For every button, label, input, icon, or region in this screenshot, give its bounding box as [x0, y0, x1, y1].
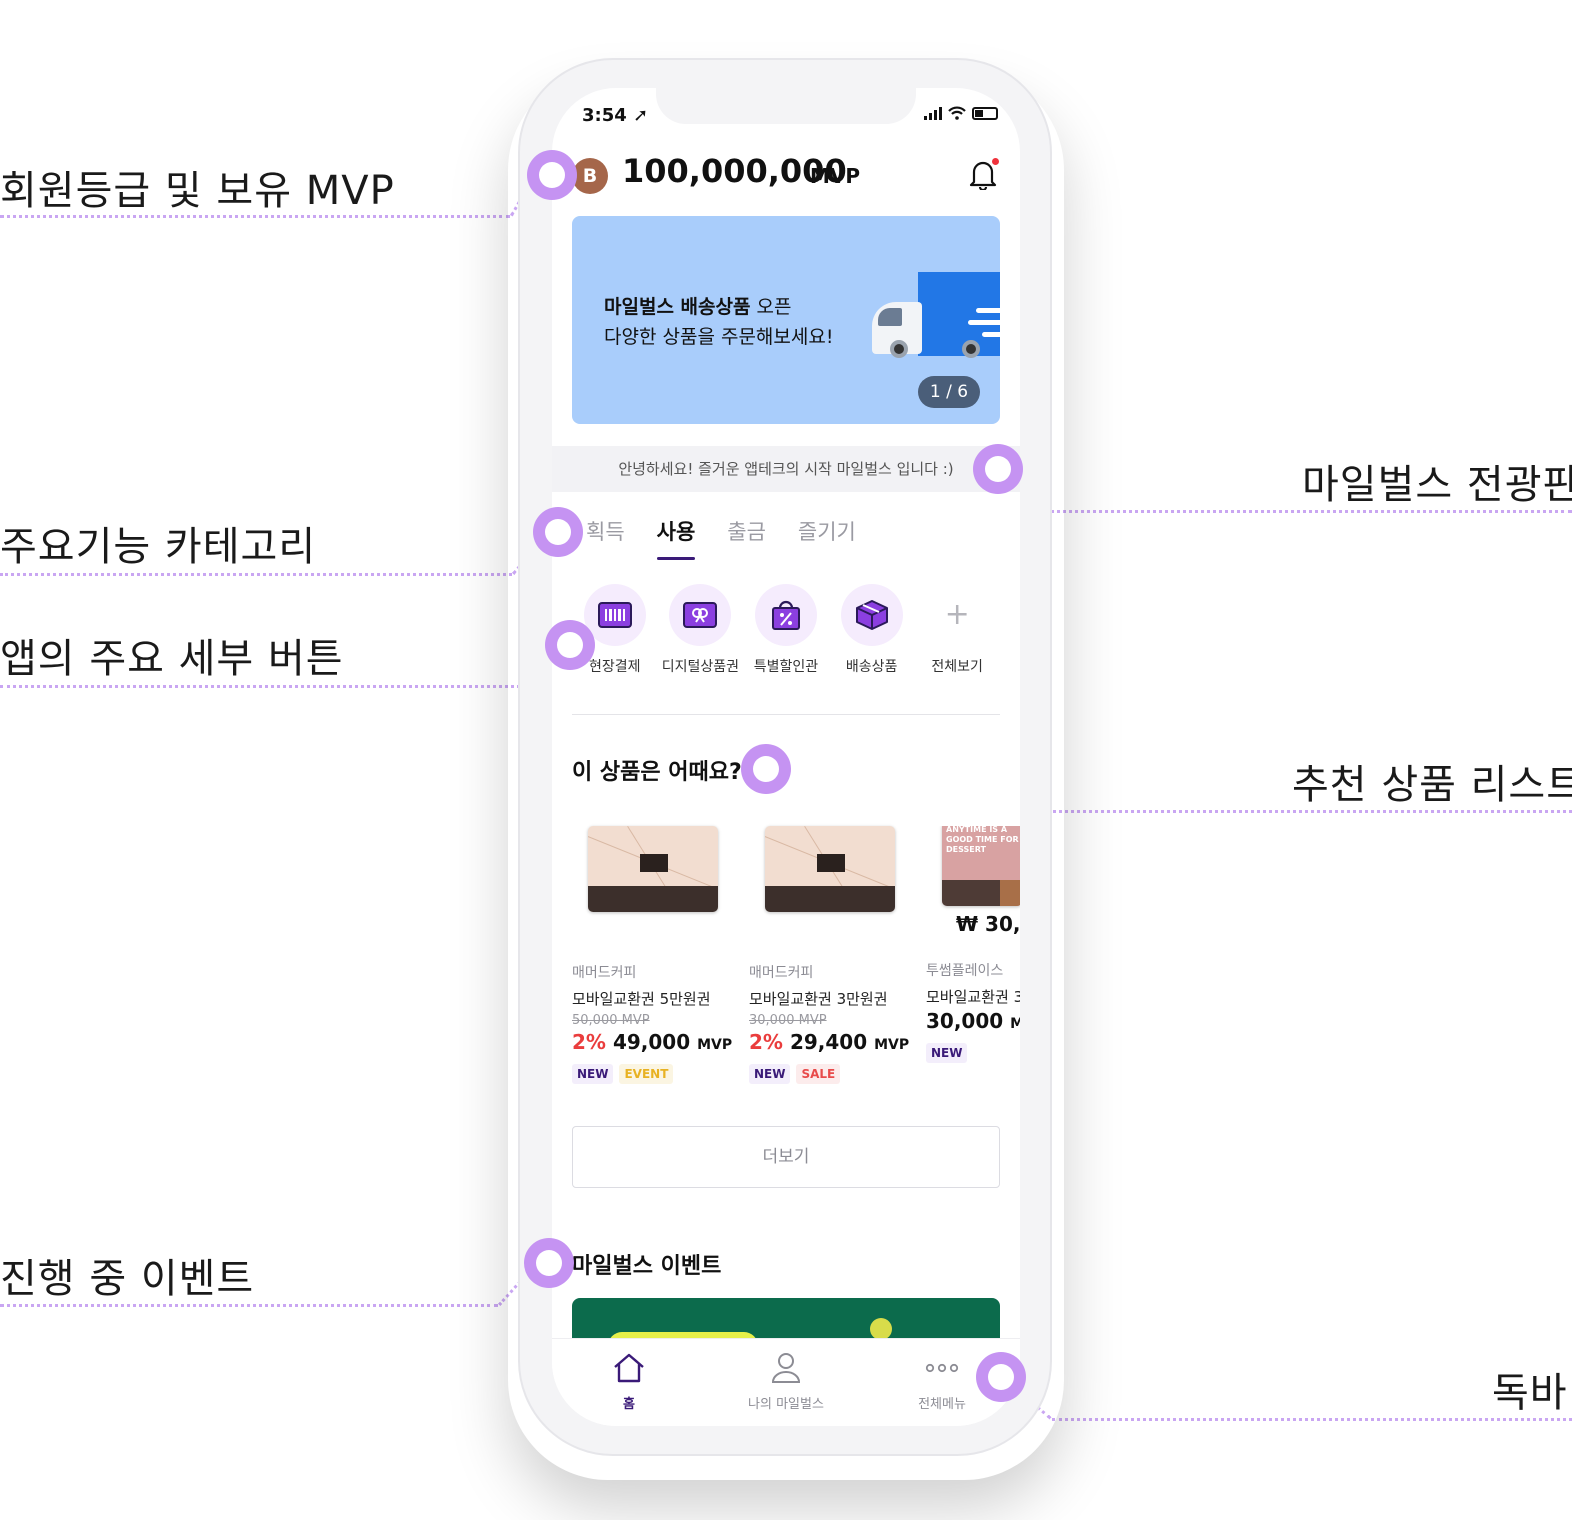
annotation-line: [0, 215, 510, 218]
product-price: 2% 49,000 MVP: [572, 1030, 733, 1054]
annotation-line: [0, 1304, 498, 1307]
status-icons: [924, 106, 998, 120]
mvp-unit: MVP: [810, 164, 861, 188]
annotation-categories: 주요기능 카테고리: [0, 524, 317, 570]
discount-bag-icon: [771, 600, 800, 630]
badge-sale: SALE: [796, 1064, 841, 1084]
product-image: ANYTIME IS A GOOD TIME FOR DESSERT: [942, 826, 1020, 906]
product-price: 30,000 MV: [926, 1009, 1020, 1033]
location-arrow-icon: ➚: [633, 105, 649, 126]
quick-menu: 현장결제 디지털상품권 특별할인관 배송상품 + 전체보기: [572, 584, 1000, 676]
tabbar-my-mileverse[interactable]: 나의 마일벌스: [726, 1351, 846, 1412]
bottom-tab-bar: 홈 나의 마일벌스 전체메뉴: [552, 1338, 1020, 1426]
notice-board[interactable]: 안녕하세요! 즐거운 앱테크의 시작 마일벌스 입니다 :): [552, 446, 1020, 492]
plus-icon: +: [944, 597, 970, 632]
banner-line-1: 마일벌스 배송상품 오픈: [604, 296, 792, 318]
quick-delivery-products[interactable]: 배송상품: [829, 584, 915, 676]
phone-notch: [656, 88, 916, 124]
product-brand: 투썸플레이스: [926, 963, 1004, 979]
signal-icon: [924, 106, 942, 120]
product-card[interactable]: 매머드커피 모바일교환권 3만원권 30,000 MVP 2% 29,400 M…: [749, 826, 909, 1084]
annotation-marker: [524, 1238, 574, 1288]
quick-special-discount[interactable]: 특별할인관: [743, 584, 829, 676]
recommend-title: 이 상품은 어때요?: [572, 760, 742, 785]
quick-view-all[interactable]: + 전체보기: [914, 584, 1000, 676]
product-original-price: 30,000 MVP: [749, 1013, 827, 1028]
badge-event: EVENT: [619, 1064, 674, 1084]
package-box-icon: [855, 600, 888, 630]
annotation-detail-buttons: 앱의 주요 세부 버튼: [0, 636, 344, 682]
product-original-price: 50,000 MVP: [572, 1013, 650, 1028]
tab-use[interactable]: 사용: [656, 516, 695, 560]
product-card[interactable]: ANYTIME IS A GOOD TIME FOR DESSERT ₩ 30,…: [926, 826, 1020, 1063]
wifi-icon: [948, 106, 966, 120]
annotation-line: [1052, 1418, 1572, 1421]
product-image: [765, 826, 895, 912]
battery-icon: [972, 106, 998, 120]
tabbar-home[interactable]: 홈: [569, 1351, 689, 1412]
badge-new: NEW: [926, 1043, 968, 1063]
annotation-marker: [527, 150, 577, 200]
category-tabs: 획득 사용 출금 즐기기: [586, 516, 856, 560]
status-time: 3:54 ➚: [582, 105, 649, 126]
annotation-marker: [545, 620, 595, 670]
annotation-marker: [976, 1352, 1026, 1402]
annotation-line: [0, 573, 512, 576]
tab-withdraw[interactable]: 출금: [727, 516, 766, 560]
annotation-events: 진행 중 이벤트: [0, 1256, 255, 1302]
gift-card-icon: [683, 602, 718, 628]
barcode-card-icon: [597, 602, 632, 628]
member-grade-badge[interactable]: B: [572, 158, 608, 194]
badge-new: NEW: [749, 1064, 791, 1084]
banner-line-2: 다양한 상품을 주문해보세요!: [604, 326, 834, 348]
product-brand: 매머드커피: [572, 965, 637, 981]
annotation-marker: [533, 507, 583, 557]
product-card[interactable]: 매머드커피 모바일교환권 5만원권 50,000 MVP 2% 49,000 M…: [572, 826, 732, 1084]
product-name: 모바일교환권 5만원권: [572, 990, 711, 1008]
user-icon: [771, 1353, 801, 1383]
annotation-board: 마일벌스 전광판: [1302, 462, 1572, 508]
home-icon: [614, 1353, 644, 1383]
annotation-recommend: 추천 상품 리스트: [1292, 762, 1572, 808]
promo-banner[interactable]: 마일벌스 배송상품 오픈 다양한 상품을 주문해보세요! 1 / 6: [572, 216, 1000, 424]
annotation-marker: [741, 744, 791, 794]
quick-digital-voucher[interactable]: 디지털상품권: [658, 584, 744, 676]
product-brand: 매머드커피: [749, 965, 814, 981]
recommend-product-list: 매머드커피 모바일교환권 5만원권 50,000 MVP 2% 49,000 M…: [572, 826, 1020, 1106]
banner-page-counter: 1 / 6: [918, 376, 980, 408]
notification-dot: [992, 158, 999, 165]
product-price: 2% 29,400 MVP: [749, 1030, 910, 1054]
product-name: 모바일교환권 3만원권: [749, 990, 888, 1008]
product-image: [588, 826, 718, 912]
tab-play[interactable]: 즐기기: [798, 516, 856, 560]
events-title: 마일벌스 이벤트: [572, 1254, 722, 1279]
tab-earn[interactable]: 획득: [586, 516, 625, 560]
annotation-marker: [973, 444, 1023, 494]
annotation-line: [0, 685, 520, 688]
section-divider: [572, 714, 1000, 715]
annotation-tabbar: 독바: [1492, 1370, 1568, 1416]
product-price-overlay: ₩ 30,0: [956, 912, 1020, 936]
annotation-line: [1050, 510, 1572, 513]
more-dots-icon: [925, 1363, 959, 1373]
annotation-grade-mvp: 회원등급 및 보유 MVP: [0, 168, 395, 214]
product-name: 모바일교환권 3: [926, 988, 1020, 1006]
badge-new: NEW: [572, 1064, 614, 1084]
more-button[interactable]: 더보기: [572, 1126, 1000, 1188]
